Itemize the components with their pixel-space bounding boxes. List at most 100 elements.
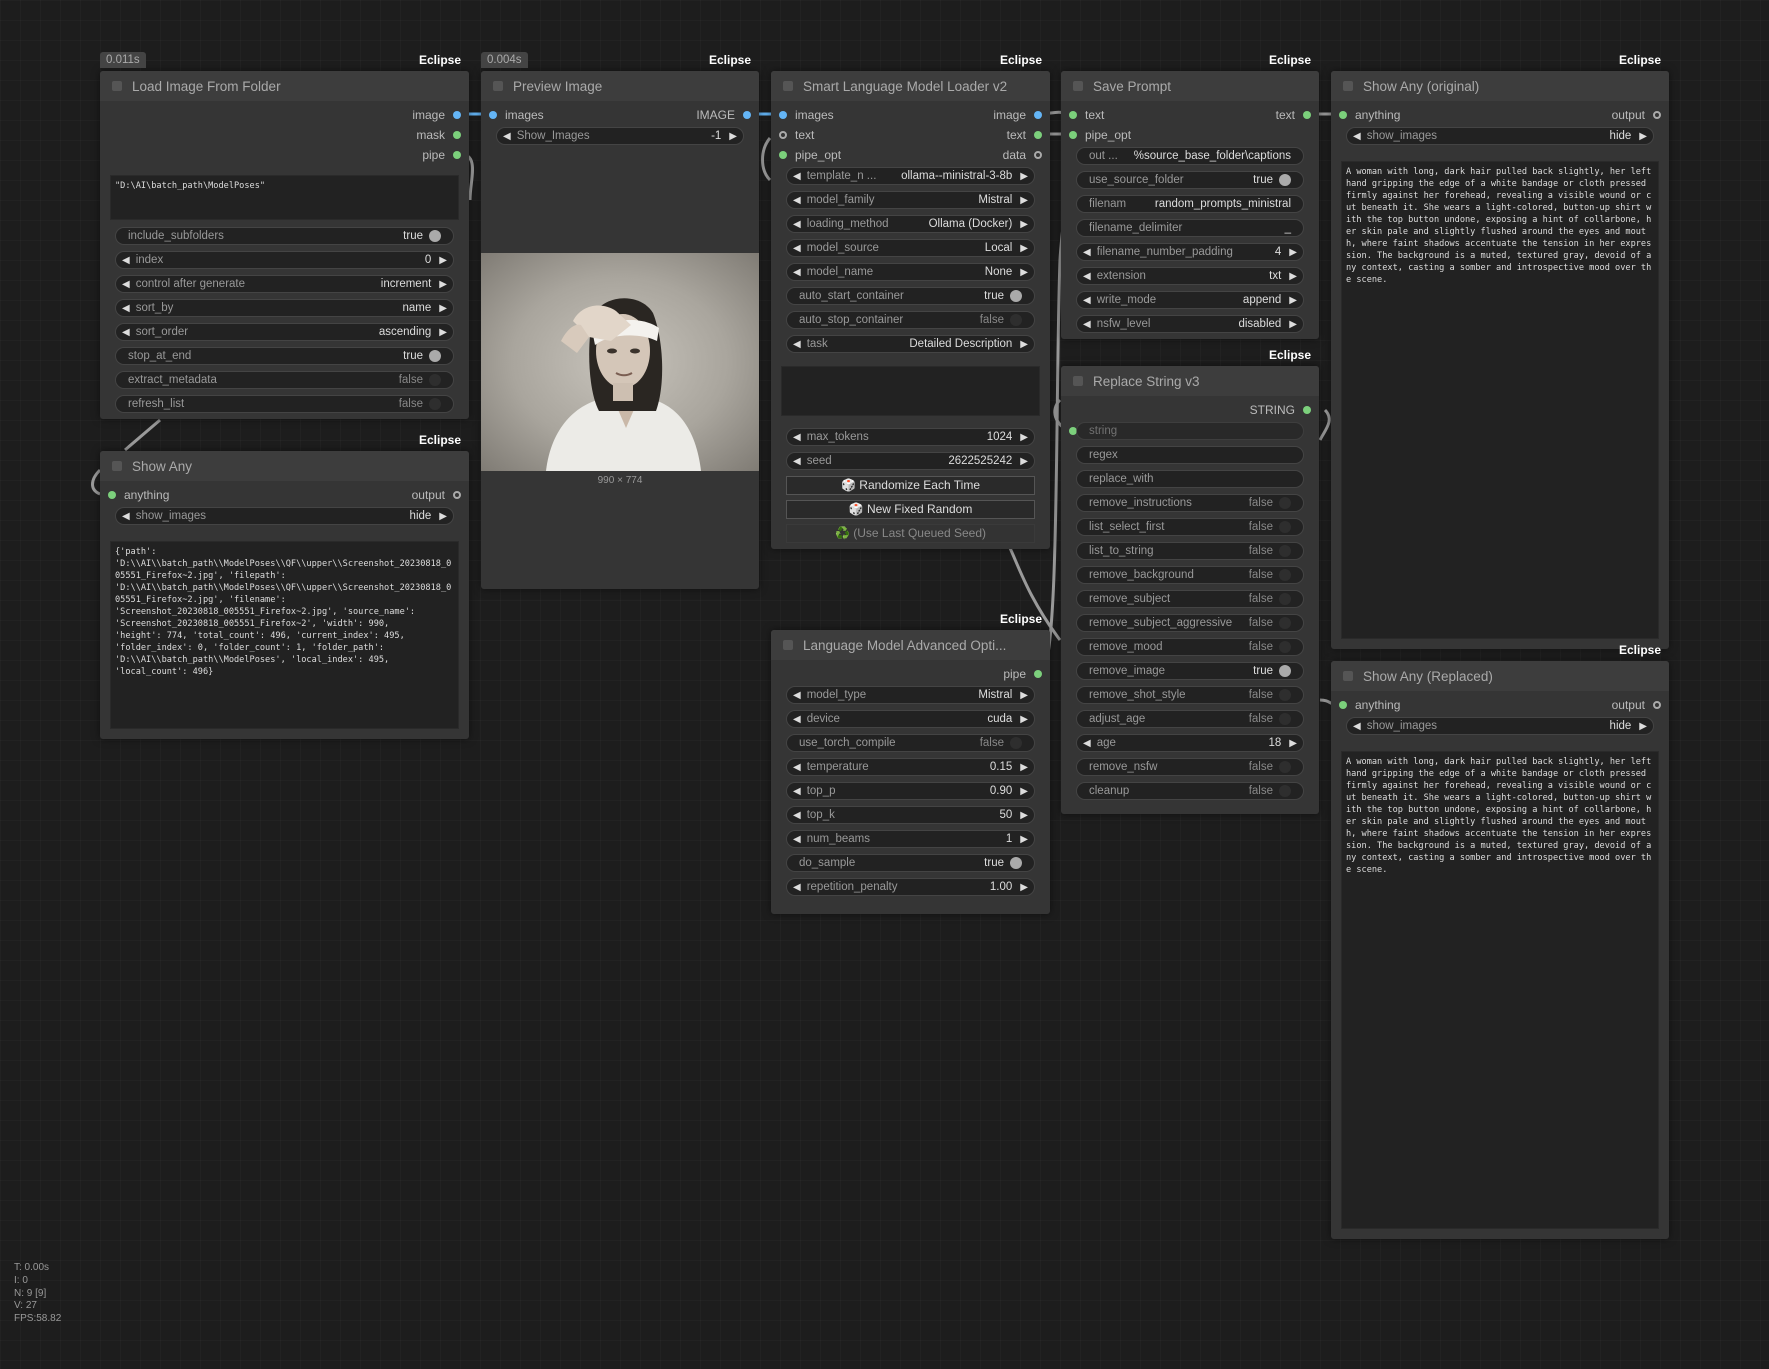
- output-output[interactable]: output: [1612, 696, 1661, 714]
- output-data[interactable]: data: [1003, 146, 1042, 164]
- collapse-toggle[interactable]: [1073, 376, 1083, 386]
- widget-list-select-first[interactable]: list_select_first false: [1076, 518, 1304, 536]
- widget-remove-image[interactable]: remove_image true: [1076, 662, 1304, 680]
- widget-cleanup[interactable]: cleanup false: [1076, 782, 1304, 800]
- folder-path-textarea[interactable]: "D:\AI\batch_path\ModelPoses": [110, 175, 459, 220]
- node-show-any-original[interactable]: Eclipse Show Any (original) anything out…: [1331, 53, 1669, 649]
- widget-string[interactable]: string: [1076, 422, 1304, 440]
- node-show-any[interactable]: Eclipse Show Any anything output ◀ show_i…: [100, 433, 469, 739]
- collapse-toggle[interactable]: [783, 81, 793, 91]
- widget-remove-subject-aggressive[interactable]: remove_subject_aggressive false: [1076, 614, 1304, 632]
- widget-write-mode[interactable]: ◀ write_mode append ▶: [1076, 291, 1304, 309]
- widget-top-p[interactable]: ◀ top_p 0.90 ▶: [786, 782, 1035, 800]
- output-output[interactable]: output: [1612, 106, 1661, 124]
- input-text[interactable]: text: [779, 126, 814, 144]
- widget-auto-stop-container[interactable]: auto_stop_container false: [786, 311, 1035, 329]
- input-images[interactable]: images: [489, 106, 544, 124]
- output-output[interactable]: output: [412, 486, 461, 504]
- widget-max-tokens[interactable]: ◀ max_tokens 1024 ▶: [786, 428, 1035, 446]
- widget-task[interactable]: ◀ task Detailed Description ▶: [786, 335, 1035, 353]
- output-image[interactable]: image: [993, 106, 1042, 124]
- widget-refresh-list[interactable]: refresh_list false: [115, 395, 454, 413]
- collapse-toggle[interactable]: [1343, 671, 1353, 681]
- node-load-image-from-folder[interactable]: 0.011s Eclipse Load Image From Folder im…: [100, 52, 469, 419]
- output-pipe[interactable]: pipe: [1003, 665, 1042, 683]
- output-pipe[interactable]: pipe: [422, 146, 461, 164]
- widget-repetition-penalty[interactable]: ◀ repetition_penalty 1.00 ▶: [786, 878, 1035, 896]
- input-pipe-opt[interactable]: pipe_opt: [779, 146, 841, 164]
- widget-device[interactable]: ◀ device cuda ▶: [786, 710, 1035, 728]
- widget-remove-background[interactable]: remove_background false: [1076, 566, 1304, 584]
- widget-remove-subject[interactable]: remove_subject false: [1076, 590, 1304, 608]
- output-mask[interactable]: mask: [416, 126, 461, 144]
- widget-show-images[interactable]: ◀ show_images hide ▶: [115, 507, 454, 525]
- widget-show-images[interactable]: ◀ Show_Images -1 ▶: [496, 127, 744, 145]
- node-header[interactable]: Show Any (original): [1331, 71, 1669, 101]
- widget-template-name[interactable]: ◀ template_n ... ollama--ministral-3-8b ▶: [786, 167, 1035, 185]
- widget-remove-nsfw[interactable]: remove_nsfw false: [1076, 758, 1304, 776]
- collapse-toggle[interactable]: [1343, 81, 1353, 91]
- widget-model-type[interactable]: ◀ model_type Mistral ▶: [786, 686, 1035, 704]
- output-text[interactable]: text: [1007, 126, 1042, 144]
- node-header[interactable]: Load Image From Folder: [100, 71, 469, 101]
- widget-model-name[interactable]: ◀ model_name None ▶: [786, 263, 1035, 281]
- widget-remove-shot-style[interactable]: remove_shot_style false: [1076, 686, 1304, 704]
- widget-num-beams[interactable]: ◀ num_beams 1 ▶: [786, 830, 1035, 848]
- widget-seed[interactable]: ◀ seed 2622525242 ▶: [786, 452, 1035, 470]
- widget-use-torch-compile[interactable]: use_torch_compile false: [786, 734, 1035, 752]
- widget-sort-order[interactable]: ◀ sort_order ascending ▶: [115, 323, 454, 341]
- widget-filename-number-padding[interactable]: ◀ filename_number_padding 4 ▶: [1076, 243, 1304, 261]
- output-image[interactable]: IMAGE: [696, 106, 751, 124]
- widget-show-images[interactable]: ◀ show_images hide ▶: [1346, 127, 1654, 145]
- node-header[interactable]: Save Prompt: [1061, 71, 1319, 101]
- output-textarea[interactable]: A woman with long, dark hair pulled back…: [1341, 751, 1659, 1229]
- widget-sort-by[interactable]: ◀ sort_by name ▶: [115, 299, 454, 317]
- collapse-toggle[interactable]: [783, 640, 793, 650]
- node-language-model-advanced-options[interactable]: Eclipse Language Model Advanced Opti... …: [771, 612, 1050, 914]
- collapse-toggle[interactable]: [493, 81, 503, 91]
- node-header[interactable]: Replace String v3: [1061, 366, 1319, 396]
- node-show-any-replaced[interactable]: Eclipse Show Any (Replaced) anything out…: [1331, 643, 1669, 1239]
- widget-adjust-age[interactable]: adjust_age false: [1076, 710, 1304, 728]
- node-header[interactable]: Show Any: [100, 451, 469, 481]
- widget-use-source-folder[interactable]: use_source_folder true: [1076, 171, 1304, 189]
- node-preview-image[interactable]: 0.004s Eclipse Preview Image images IMAG…: [481, 52, 759, 589]
- widget-list-to-string[interactable]: list_to_string false: [1076, 542, 1304, 560]
- collapse-toggle[interactable]: [112, 461, 122, 471]
- widget-replace-with[interactable]: replace_with: [1076, 470, 1304, 488]
- input-text[interactable]: text: [1069, 106, 1104, 124]
- widget-stop-at-end[interactable]: stop_at_end true: [115, 347, 454, 365]
- widget-show-images[interactable]: ◀ show_images hide ▶: [1346, 717, 1654, 735]
- prompt-textarea[interactable]: [781, 366, 1040, 416]
- widget-model-family[interactable]: ◀ model_family Mistral ▶: [786, 191, 1035, 209]
- node-header[interactable]: Language Model Advanced Opti...: [771, 630, 1050, 660]
- widget-filename[interactable]: filenam random_prompts_ministral: [1076, 195, 1304, 213]
- output-textarea[interactable]: {'path': 'D:\\AI\\batch_path\\ModelPoses…: [110, 541, 459, 729]
- output-string[interactable]: STRING: [1250, 401, 1311, 419]
- collapse-toggle[interactable]: [1073, 81, 1083, 91]
- widget-nsfw-level[interactable]: ◀ nsfw_level disabled ▶: [1076, 315, 1304, 333]
- use-last-queued-seed-button[interactable]: ♻️ (Use Last Queued Seed): [786, 524, 1035, 543]
- collapse-toggle[interactable]: [112, 81, 122, 91]
- input-anything[interactable]: anything: [108, 486, 169, 504]
- widget-top-k[interactable]: ◀ top_k 50 ▶: [786, 806, 1035, 824]
- input-anything[interactable]: anything: [1339, 106, 1400, 124]
- output-text[interactable]: text: [1276, 106, 1311, 124]
- new-fixed-random-button[interactable]: 🎲 New Fixed Random: [786, 500, 1035, 519]
- widget-extract-metadata[interactable]: extract_metadata false: [115, 371, 454, 389]
- input-images[interactable]: images: [779, 106, 834, 124]
- widget-include-subfolders[interactable]: include_subfolders true: [115, 227, 454, 245]
- node-header[interactable]: Preview Image: [481, 71, 759, 101]
- widget-age[interactable]: ◀ age 18 ▶: [1076, 734, 1304, 752]
- widget-temperature[interactable]: ◀ temperature 0.15 ▶: [786, 758, 1035, 776]
- output-textarea[interactable]: A woman with long, dark hair pulled back…: [1341, 161, 1659, 639]
- widget-auto-start-container[interactable]: auto_start_container true: [786, 287, 1035, 305]
- node-smart-language-model-loader[interactable]: Eclipse Smart Language Model Loader v2 i…: [771, 53, 1050, 549]
- node-header[interactable]: Show Any (Replaced): [1331, 661, 1669, 691]
- node-header[interactable]: Smart Language Model Loader v2: [771, 71, 1050, 101]
- widget-regex[interactable]: regex: [1076, 446, 1304, 464]
- input-pipe-opt[interactable]: pipe_opt: [1069, 126, 1131, 144]
- widget-remove-instructions[interactable]: remove_instructions false: [1076, 494, 1304, 512]
- node-save-prompt[interactable]: Eclipse Save Prompt text pipe_opt text o…: [1061, 53, 1319, 339]
- widget-index[interactable]: ◀ index 0 ▶: [115, 251, 454, 269]
